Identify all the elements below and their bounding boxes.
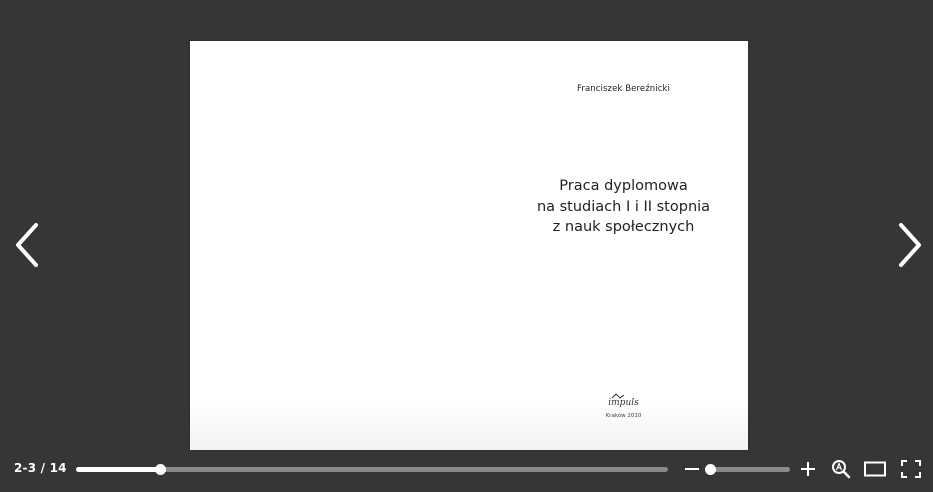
magnifier-button[interactable] (831, 459, 851, 479)
flipbook-viewer: Franciszek Bereźnicki Praca dyplomowa na… (0, 0, 933, 492)
plus-icon (801, 462, 815, 476)
zoom-in-button[interactable] (799, 460, 817, 478)
right-page[interactable]: Franciszek Bereźnicki Praca dyplomowa na… (469, 41, 748, 450)
fullscreen-button[interactable] (901, 460, 921, 478)
zoom-slider-handle[interactable] (704, 464, 716, 475)
publisher-city-year: Kraków 2010 (605, 413, 642, 419)
publisher-logo: impuls (499, 393, 748, 408)
single-page-view-icon (864, 461, 886, 477)
book-spread[interactable]: Franciszek Bereźnicki Praca dyplomowa na… (190, 41, 748, 450)
chevron-left-icon (16, 223, 38, 267)
left-page[interactable] (190, 41, 469, 450)
zoom-slider[interactable] (704, 464, 790, 475)
page-progress-slider[interactable] (76, 464, 668, 475)
title-line-3: z nauk społecznych (552, 219, 695, 235)
book-title: Praca dyplomowa na studiach I i II stopn… (469, 176, 748, 238)
single-page-view-button[interactable] (864, 461, 886, 477)
page-progress-handle[interactable] (154, 464, 166, 475)
page-progress-fill (76, 467, 161, 472)
title-line-1: Praca dyplomowa (559, 178, 688, 194)
bottom-toolbar: 2-3 / 14 (0, 452, 933, 492)
zoom-magnifier-icon (832, 460, 851, 479)
previous-page-button[interactable] (14, 222, 42, 268)
next-page-button[interactable] (895, 222, 923, 268)
zoom-out-button[interactable] (683, 460, 701, 478)
page-counter: 2-3 / 14 (14, 461, 67, 475)
author-name: Franciszek Bereźnicki (576, 84, 670, 94)
minus-icon (685, 468, 699, 470)
fullscreen-icon (901, 460, 921, 478)
chevron-right-icon (899, 223, 921, 267)
publisher-logo-mark-icon (611, 393, 624, 399)
title-line-2: na studiach I i II stopnia (536, 198, 711, 215)
publisher-block: impuls Kraków 2010 (469, 393, 748, 419)
